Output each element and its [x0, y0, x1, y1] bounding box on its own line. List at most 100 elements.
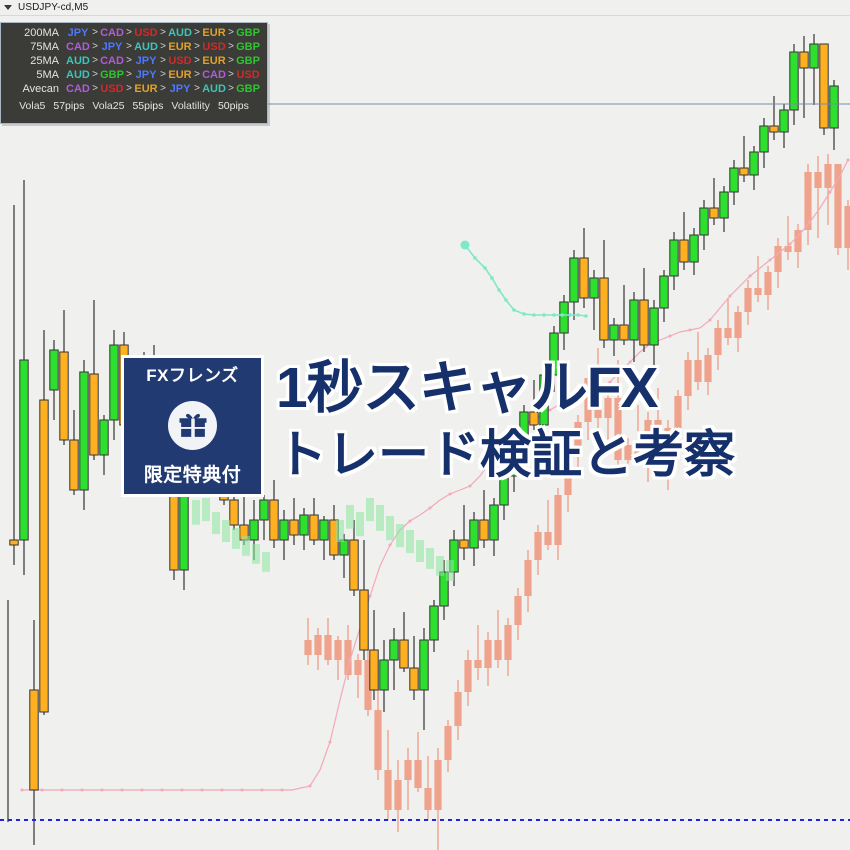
- currency-code: AUD: [66, 69, 90, 81]
- strength-separator: >: [194, 83, 200, 94]
- ghost-body: [834, 164, 842, 248]
- teal-dot: [568, 313, 572, 317]
- strength-separator: >: [160, 55, 166, 66]
- volatility-label: Vola5: [19, 99, 46, 112]
- teal-start-marker: [460, 240, 470, 250]
- candle-body: [699, 207, 709, 236]
- candle-body: [789, 51, 799, 111]
- ghost-body: [504, 625, 512, 660]
- candle-body: [669, 239, 679, 277]
- candle-body: [629, 299, 639, 341]
- volatility-value: 57pips: [53, 99, 85, 112]
- strength-separator: >: [126, 69, 132, 80]
- badge-bottom-label: 限定特典付: [143, 465, 242, 486]
- candle-body: [279, 519, 289, 541]
- currency-code: JPY: [101, 41, 123, 53]
- strength-separator: >: [160, 41, 166, 52]
- candle-body: [689, 234, 699, 263]
- ghost-body: [544, 532, 552, 545]
- ghost-body: [414, 760, 422, 788]
- sar-dot: [348, 658, 352, 662]
- candle-body: [339, 539, 349, 556]
- ghost-body: [374, 710, 382, 770]
- ghost-body: [824, 164, 832, 188]
- candle-body: [799, 51, 809, 69]
- currency-code: GBP: [236, 83, 260, 95]
- strength-separator: >: [126, 27, 132, 38]
- sar-dot: [240, 788, 244, 792]
- strength-separator: >: [160, 69, 166, 80]
- sar-dot: [408, 519, 412, 523]
- chevron-down-icon[interactable]: [4, 5, 12, 10]
- candle-body: [289, 519, 299, 536]
- strength-separator: >: [194, 55, 200, 66]
- sar-dot: [20, 788, 24, 792]
- sar-dot: [220, 788, 224, 792]
- ghost-body: [474, 660, 482, 668]
- currency-code: AUD: [202, 83, 226, 95]
- sar-dot: [180, 788, 184, 792]
- sar-dot: [160, 788, 164, 792]
- currency-strength-panel[interactable]: 200MA JPY > CAD > USD > AUD > EUR > GBP 75MA CAD > JPY >…: [0, 22, 268, 124]
- ghost-body: [734, 312, 742, 338]
- strength-separator: >: [160, 27, 166, 38]
- ghost-body: [714, 328, 722, 355]
- sar-dot: [728, 294, 732, 298]
- faded-candle-body: [232, 528, 240, 549]
- gift-icon: [168, 400, 217, 450]
- currency-strength-rows: 200MA JPY > CAD > USD > AUD > EUR > GBP 75MA CAD > JPY >…: [1, 23, 267, 96]
- currency-code: USD: [236, 69, 260, 81]
- sar-dot: [80, 788, 84, 792]
- currency-code: GBP: [236, 41, 260, 53]
- currency-strength-row: 200MA JPY > CAD > USD > AUD > EUR > GBP: [3, 26, 261, 40]
- ghost-body: [724, 328, 732, 338]
- candle-body: [719, 191, 729, 219]
- candle-body: [759, 125, 769, 153]
- ghost-body: [744, 288, 752, 312]
- faded-candle-body: [262, 552, 270, 572]
- currency-code: JPY: [67, 27, 89, 39]
- ghost-body: [764, 272, 772, 295]
- candle-body: [429, 605, 439, 641]
- sar-dot: [468, 484, 472, 488]
- faded-candle-body: [446, 560, 454, 581]
- strength-row-label: 200MA: [24, 27, 59, 39]
- candle-body: [709, 207, 719, 219]
- currency-code: AUD: [66, 55, 90, 67]
- candle-body: [819, 43, 829, 129]
- faded-candle-body: [252, 544, 260, 564]
- candle-body: [459, 539, 469, 549]
- ghost-body: [434, 760, 442, 810]
- overlay-title-main: 1秒スキャルFX: [276, 356, 659, 420]
- sar-dot: [200, 788, 204, 792]
- faded-candle-body: [192, 500, 200, 525]
- candle-body: [599, 277, 609, 341]
- faded-candle-body: [222, 520, 230, 542]
- sar-dot: [448, 492, 452, 496]
- sar-dot: [100, 788, 104, 792]
- faded-candle-body: [346, 505, 354, 529]
- teal-dot: [490, 276, 494, 280]
- strength-row-label: 75MA: [30, 41, 59, 53]
- currency-code: CAD: [100, 27, 124, 39]
- currency-code: CAD: [202, 69, 226, 81]
- faded-candle-body: [386, 516, 394, 541]
- faded-candle-body: [366, 498, 374, 522]
- candle-body: [569, 257, 579, 303]
- strength-row-label: Avecan: [22, 83, 60, 95]
- candle-body: [269, 499, 279, 541]
- faded-candle-body: [406, 530, 414, 554]
- candle-body: [249, 519, 259, 541]
- currency-code: EUR: [134, 83, 158, 95]
- strength-separator: >: [92, 41, 98, 52]
- sar-dot: [328, 740, 332, 744]
- chart-title-bar: USDJPY-cd,M5: [0, 0, 850, 16]
- strength-separator: >: [194, 69, 200, 80]
- candle-body: [259, 499, 269, 521]
- currency-code: GBP: [236, 27, 260, 39]
- currency-code: JPY: [169, 83, 191, 95]
- sar-dot: [260, 788, 264, 792]
- faded-candle-body: [212, 512, 220, 534]
- strength-separator: >: [126, 41, 132, 52]
- ghost-body: [814, 172, 822, 188]
